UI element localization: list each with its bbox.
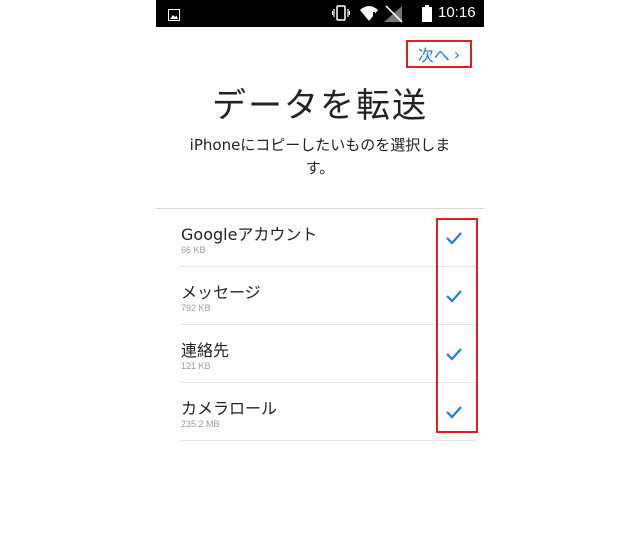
item-name: メッセージ [181, 283, 261, 302]
item-size: 121 KB [181, 361, 211, 371]
chevron-right-icon: › [453, 44, 461, 64]
battery-icon [422, 5, 432, 26]
page-subtitle: iPhoneにコピーしたいものを選択します。 [189, 136, 451, 177]
item-name: Googleアカウント [181, 225, 318, 244]
transfer-list: Googleアカウント 66 KB メッセージ 792 KB 連絡先 121 K… [156, 209, 484, 441]
list-item-camera-roll[interactable]: カメラロール 235.2 MB [180, 383, 476, 441]
checkmark-icon[interactable] [445, 288, 463, 303]
item-size: 235.2 MB [181, 419, 220, 429]
signal-icon [382, 4, 404, 28]
next-button-label: 次へ [417, 46, 450, 65]
item-size: 66 KB [181, 245, 206, 255]
list-item-messages[interactable]: メッセージ 792 KB [180, 267, 476, 325]
checkmark-icon[interactable] [445, 404, 463, 419]
gallery-icon [168, 6, 180, 25]
status-bar: 10:16 [156, 0, 484, 27]
page-title: データを転送 [212, 86, 428, 126]
status-time: 10:16 [438, 4, 476, 21]
checkmark-icon[interactable] [445, 230, 463, 245]
next-button[interactable]: 次へ › [406, 40, 472, 68]
phone-screen: 10:16 次へ › データを転送 iPhoneにコピーしたいものを選択します。… [156, 0, 484, 549]
list-item-contacts[interactable]: 連絡先 121 KB [180, 325, 476, 383]
list-item-google-account[interactable]: Googleアカウント 66 KB [180, 209, 476, 267]
item-size: 792 KB [181, 303, 211, 313]
checkmark-icon[interactable] [445, 346, 463, 361]
wifi-icon [359, 4, 379, 26]
item-name: カメラロール [181, 399, 278, 418]
item-name: 連絡先 [181, 341, 230, 360]
vibrate-icon [331, 5, 351, 25]
